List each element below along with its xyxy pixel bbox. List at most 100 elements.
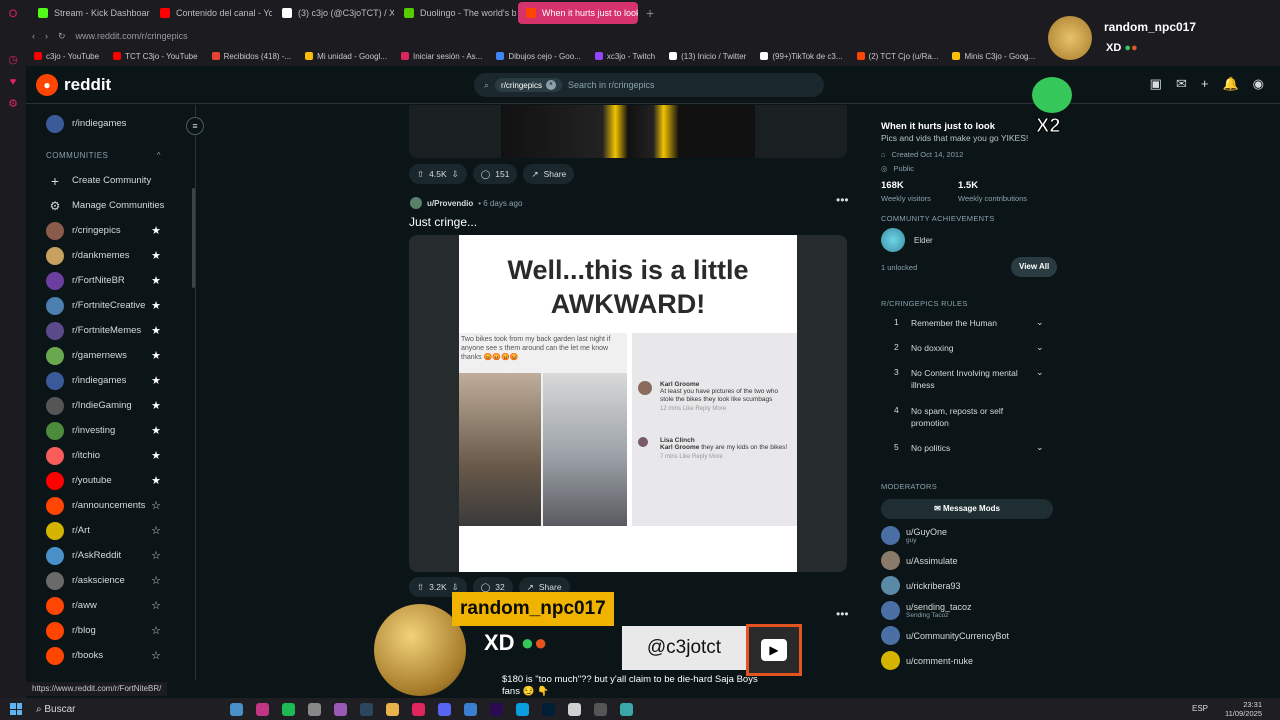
folder-icon[interactable] [386,702,399,716]
sidebar-scrollbar[interactable] [192,188,195,288]
bookmark-item[interactable]: c3jo - YouTube [34,52,99,61]
spotify-icon[interactable] [282,702,295,716]
tab-kick[interactable]: Stream - Kick Dashboard [30,2,150,24]
instagram-icon[interactable] [256,702,269,716]
sidebar-community-item[interactable]: r/youtube ★ [26,468,195,493]
next-post-options-icon[interactable]: ••• [836,607,849,621]
author-avatar[interactable] [410,197,422,209]
premiere-icon[interactable] [490,702,503,716]
reddit-logo[interactable]: ● reddit [36,73,111,96]
star-filled-icon[interactable]: ★ [151,474,161,487]
copilot-icon[interactable] [230,702,243,716]
obs-icon[interactable] [568,702,581,716]
rule-item[interactable]: 4 No spam, reposts or self promotion [881,405,1051,429]
input-language[interactable]: ESP [1192,704,1208,713]
post-options-icon[interactable]: ••• [836,193,849,207]
sidebar-community-item[interactable]: r/AskReddit ☆ [26,543,195,568]
url-text[interactable]: www.reddit.com/r/cringepics [76,31,188,41]
create-community-button[interactable]: + Create Community [26,168,195,193]
sidebar-community-item[interactable]: r/Art ☆ [26,518,195,543]
sidebar-community-item[interactable]: r/dankmemes ★ [26,243,195,268]
forward-icon[interactable]: › [45,31,48,41]
sidebar-community-item[interactable]: r/FortniteMemes ★ [26,318,195,343]
downvote-icon[interactable]: ⇩ [452,582,459,593]
downvote-icon[interactable]: ⇩ [452,169,459,180]
star-filled-icon[interactable]: ★ [151,324,161,337]
settings-icon[interactable]: ⚙ [5,96,21,112]
vote-control[interactable]: ⇧ 4.5K ⇩ [409,164,467,184]
clear-chip-icon[interactable]: × [545,80,556,90]
bookmark-item[interactable]: (2) TCT Cjo (u/Ra... [856,52,938,61]
bookmarks-icon[interactable]: ♥ [5,74,21,90]
star-filled-icon[interactable]: ★ [151,374,161,387]
new-tab-button[interactable]: + [640,5,660,21]
star-filled-icon[interactable]: ★ [151,249,161,262]
elder-achievement-icon[interactable] [881,228,905,252]
sidebar-community-item[interactable]: r/indiegames ★ [26,368,195,393]
moderator-item[interactable]: u/rickribera93 [881,576,961,595]
star-filled-icon[interactable]: ★ [151,424,161,437]
comments-button[interactable]: ◯ 151 [472,164,518,184]
sidebar-community-item[interactable]: r/announcements ☆ [26,493,195,518]
rule-item[interactable]: 1 Remember the Human ⌄ [881,317,1051,329]
chat-icon[interactable]: ✉ [1176,76,1187,92]
bookmark-item[interactable]: (13) Inicio / Twitter [669,52,746,61]
star-outline-icon[interactable]: ☆ [151,574,161,587]
notifications-icon[interactable]: 🔔 [1222,76,1238,92]
app-icon[interactable] [334,702,347,716]
user-avatar[interactable]: ◉ [1253,76,1264,92]
sidebar-community-item[interactable]: r/blog ☆ [26,618,195,643]
moderator-item[interactable]: u/comment-nuke [881,651,973,670]
bookmark-item[interactable]: Minis C3jo - Goog... [952,52,1035,61]
upvote-icon[interactable]: ⇧ [417,169,424,180]
tab-duolingo[interactable]: Duolingo - The world's b [396,2,516,24]
share-button[interactable]: ↗ Share [523,164,575,184]
moderator-item[interactable]: u/sending_tacoz Sending Tacoz [881,601,972,620]
author-link[interactable]: u/Provendio [427,199,473,208]
edge-icon[interactable] [516,702,529,716]
star-outline-icon[interactable]: ☆ [151,599,161,612]
message-mods-button[interactable]: ✉ Message Mods [881,499,1053,519]
star-filled-icon[interactable]: ★ [151,349,161,362]
star-outline-icon[interactable]: ☆ [151,549,161,562]
sidebar-community-item[interactable]: r/askscience ☆ [26,568,195,593]
steam-icon[interactable] [360,702,373,716]
windows-start-icon[interactable] [10,703,22,715]
rule-item[interactable]: 3 No Content Involving mental illness ⌄ [881,367,1051,391]
previous-post-media[interactable] [409,105,847,158]
bookmark-item[interactable]: Iniciar sesión - As... [400,52,482,61]
advertise-icon[interactable]: ▣ [1150,76,1162,92]
search-input[interactable]: Search in r/cringepics [568,80,655,90]
post-title[interactable]: Just cringe... [409,215,477,229]
moderator-item[interactable]: u/Assimulate [881,551,958,570]
app-icon[interactable] [594,702,607,716]
sidebar-community-item[interactable]: r/books ☆ [26,643,195,668]
reload-icon[interactable]: ↻ [58,31,66,42]
bookmark-item[interactable]: (99+)TikTok de c3... [760,52,843,61]
upvote-icon[interactable]: ⇧ [417,582,424,593]
app-icon[interactable] [620,702,633,716]
star-filled-icon[interactable]: ★ [151,274,161,287]
bookmark-item[interactable]: xc3jo - Twitch [594,52,655,61]
bookmark-item[interactable]: Dibujos cejo - Goo... [496,52,581,61]
bookmark-item[interactable]: Recibidos (418) -... [211,52,291,61]
tab-youtube-studio[interactable]: Contenido del canal - Yo [152,2,272,24]
bookmark-item[interactable]: TCT C3jo - YouTube [113,52,198,61]
star-filled-icon[interactable]: ★ [151,399,161,412]
post-image[interactable]: Well...this is a little AWKWARD! Two bik… [409,235,847,572]
sidebar-item-indiegames-recent[interactable]: r/indiegames [26,111,195,136]
sidebar-community-item[interactable]: r/itchio ★ [26,443,195,468]
bookmark-item[interactable]: Mi unidad - Googl... [305,52,387,61]
moderator-item[interactable]: u/GuyOne guy [881,526,947,545]
sidebar-community-item[interactable]: r/investing ★ [26,418,195,443]
discord-icon[interactable] [438,702,451,716]
star-outline-icon[interactable]: ☆ [151,624,161,637]
rule-item[interactable]: 5 No politics ⌄ [881,442,1051,454]
sidebar-community-item[interactable]: r/FortNiteBR ★ [26,268,195,293]
opera-logo-icon[interactable]: O [5,6,21,22]
history-icon[interactable]: ◷ [5,52,21,68]
subreddit-chip[interactable]: r/cringepics × [495,78,562,92]
sidebar-community-item[interactable]: r/IndieGaming ★ [26,393,195,418]
sidebar-community-item[interactable]: r/aww ☆ [26,593,195,618]
star-filled-icon[interactable]: ★ [151,224,161,237]
